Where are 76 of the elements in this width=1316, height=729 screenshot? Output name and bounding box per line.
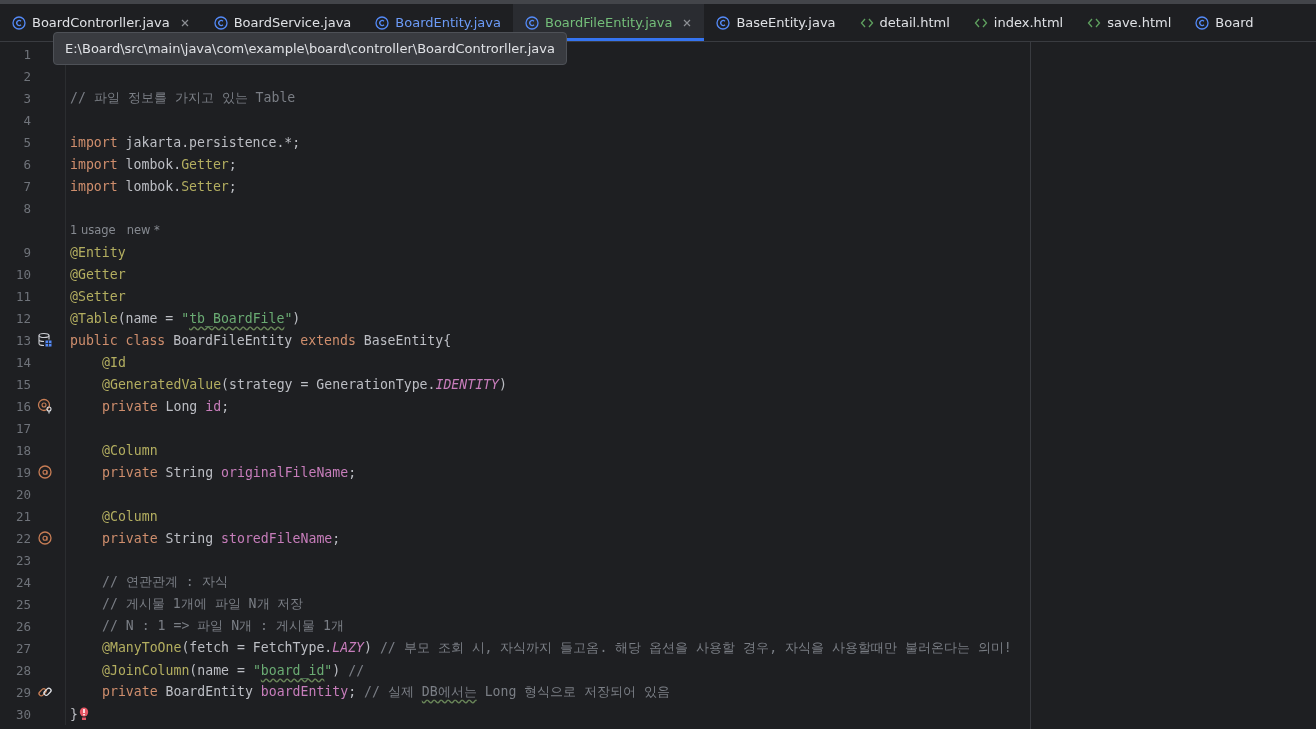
database-icon[interactable] bbox=[37, 332, 53, 348]
field-icon[interactable] bbox=[37, 530, 53, 546]
line-number: 16 bbox=[14, 398, 31, 414]
line-number: 9 bbox=[22, 244, 31, 260]
field-icon[interactable] bbox=[37, 464, 53, 480]
code-line: @Setter bbox=[70, 288, 126, 304]
line-number: 15 bbox=[14, 376, 31, 392]
line-number: 4 bbox=[22, 112, 31, 128]
line-number: 6 bbox=[22, 156, 31, 172]
line-number: 5 bbox=[22, 134, 31, 150]
class-icon bbox=[375, 15, 390, 30]
close-icon[interactable] bbox=[179, 17, 190, 28]
line-number: 28 bbox=[14, 662, 31, 678]
code-line: @Id bbox=[101, 354, 126, 370]
code-line: private String originalFileName; bbox=[101, 464, 357, 480]
line-number: 17 bbox=[14, 420, 31, 436]
code-line: @Entity bbox=[70, 244, 126, 260]
line-number: 13 bbox=[14, 332, 31, 348]
code-line: @Column bbox=[101, 508, 158, 524]
editor-tab[interactable]: save.html bbox=[1075, 4, 1184, 41]
line-number: 7 bbox=[22, 178, 31, 194]
class-icon bbox=[12, 15, 26, 30]
line-number: 14 bbox=[14, 354, 31, 370]
line-number: 2 bbox=[22, 68, 31, 84]
line-number: 10 bbox=[14, 266, 31, 282]
code-line: // 연관관계 : 자식 bbox=[101, 573, 228, 591]
line-number: 3 bbox=[22, 90, 31, 106]
line-number: 12 bbox=[14, 310, 31, 326]
editor-tab[interactable]: BaseEntity.java bbox=[704, 4, 848, 41]
author-hint: new * bbox=[126, 223, 160, 237]
line-number: 18 bbox=[14, 442, 31, 458]
code-line: @Getter bbox=[70, 266, 126, 282]
code-line: import lombok.Setter; bbox=[70, 178, 237, 194]
class-icon bbox=[213, 15, 228, 30]
line-number: 11 bbox=[14, 288, 31, 304]
line-number: 21 bbox=[14, 508, 31, 524]
line-number: 20 bbox=[14, 486, 31, 502]
code-line: @JoinColumn(name = "board_id") // bbox=[101, 662, 365, 678]
close-icon[interactable] bbox=[682, 17, 693, 28]
code-line: private Long id; bbox=[101, 398, 230, 414]
class-icon bbox=[716, 15, 731, 30]
code-line: import jakarta.persistence.*; bbox=[70, 134, 301, 150]
code-line: @Table(name = "tb_BoardFile") bbox=[70, 310, 301, 326]
editor-tab[interactable]: detail.html bbox=[847, 4, 962, 41]
code-line: @ManyToOne(fetch = FetchType.LAZY) // 부모 조회 시, 자식까지 들고옴. 해당 옵션을 사용할 경우, 자식을 사용할때만 불러온다는 의미! bbox=[101, 639, 1012, 657]
line-number: 22 bbox=[14, 530, 31, 546]
editor-tab[interactable]: Board bbox=[1183, 4, 1266, 41]
editor-tab[interactable]: BoardFileEntity.java bbox=[513, 4, 705, 41]
code-line: // 파일 정보를 가지고 있는 Table bbox=[70, 89, 296, 107]
code-line: // 게시물 1개에 파일 N개 저장 bbox=[101, 595, 304, 613]
code-line: private String storedFileName; bbox=[101, 530, 341, 546]
code-line: } bbox=[70, 706, 78, 722]
code-line: public class BoardFileEntity extends BaseEntity{ bbox=[70, 332, 452, 348]
code-line: @Column bbox=[101, 442, 158, 458]
editor-tab[interactable]: index.html bbox=[961, 4, 1076, 41]
line-number: 27 bbox=[14, 640, 31, 656]
line-number: 8 bbox=[22, 200, 31, 216]
line-number: 24 bbox=[14, 574, 31, 590]
code-line: import lombok.Getter; bbox=[70, 156, 237, 172]
line-number: 1 bbox=[22, 46, 31, 62]
link-icon[interactable] bbox=[37, 684, 53, 700]
line-number: 19 bbox=[14, 464, 31, 480]
class-icon bbox=[1195, 15, 1210, 30]
code-line: // N : 1 => 파일 N개 : 게시물 1개 bbox=[101, 617, 344, 635]
line-number: 25 bbox=[14, 596, 31, 612]
code-line: @GeneratedValue(strategy = GenerationType.IDENTITY) bbox=[101, 376, 507, 392]
line-number: 29 bbox=[14, 684, 31, 700]
error-bulb-icon[interactable] bbox=[78, 707, 89, 721]
file-path-tooltip: E:\Board\src\main\java\com\example\board\controller\BoardControrller.java bbox=[53, 32, 567, 65]
code-line: private BoardEntity boardEntity; // 실제 DB에서는 Long 형식으로 저장되어 있음 bbox=[101, 683, 671, 701]
line-number: 23 bbox=[14, 552, 31, 568]
usage-hint[interactable]: 1 usage bbox=[70, 223, 116, 237]
key-field-icon[interactable] bbox=[37, 398, 53, 414]
line-number: 26 bbox=[14, 618, 31, 634]
line-number: 30 bbox=[14, 706, 31, 722]
class-icon bbox=[525, 15, 539, 30]
